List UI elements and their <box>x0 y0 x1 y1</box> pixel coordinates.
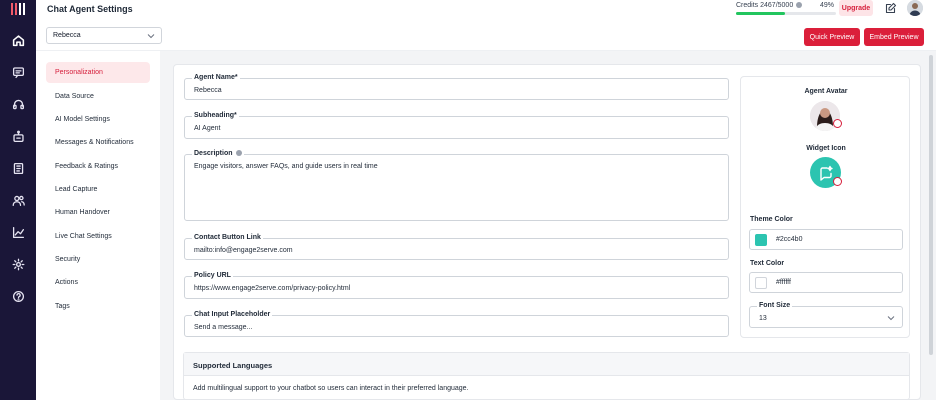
text-color-field[interactable]: #ffffff <box>749 272 903 293</box>
users-icon <box>12 195 25 206</box>
chat-input-placeholder-field[interactable]: Chat Input Placeholder Send a message... <box>184 311 729 337</box>
chevron-down-icon <box>887 316 895 321</box>
quick-preview-button[interactable]: Quick Preview <box>804 28 860 46</box>
chart-line-icon <box>12 226 24 238</box>
page-title: Chat Agent Settings <box>47 4 133 14</box>
rail-home-button[interactable] <box>9 31 27 49</box>
settings-sidebar: Personalization Data Source AI Model Set… <box>36 51 160 400</box>
contact-button-link-field[interactable]: Contact Button Link mailto:info@engage2s… <box>184 234 729 260</box>
subheading-input[interactable]: AI Agent <box>194 125 220 132</box>
supported-languages-header[interactable]: Supported Languages <box>184 353 909 376</box>
compose-icon[interactable] <box>885 2 897 14</box>
credits-label: Credits 2467/5000 <box>736 2 794 9</box>
font-size-value: 13 <box>759 315 767 322</box>
credits-indicator: Credits 2467/5000 <box>736 2 803 9</box>
credits-progress-bar <box>736 12 836 15</box>
credits-percent: 49% <box>820 2 835 9</box>
sidebar-item-data-source[interactable]: Data Source <box>46 86 150 107</box>
text-color-label: Text Color <box>750 260 785 267</box>
bot-icon <box>12 130 24 142</box>
theme-color-label: Theme Color <box>750 216 793 223</box>
sidebar-item-live-chat-settings[interactable]: Live Chat Settings <box>46 226 150 247</box>
policy-url-input[interactable]: https://www.engage2serve.com/privacy-pol… <box>194 285 350 292</box>
gear-icon <box>12 258 24 270</box>
app-rail <box>0 0 36 400</box>
rail-chats-button[interactable] <box>9 63 27 81</box>
rail-support-button[interactable] <box>9 95 27 113</box>
sidebar-item-tags[interactable]: Tags <box>46 296 150 317</box>
agent-select[interactable]: Rebecca <box>46 27 162 44</box>
rail-analytics-button[interactable] <box>9 223 27 241</box>
contact-button-link-label: Contact Button Link <box>192 234 263 241</box>
description-label-text: Description <box>194 150 233 157</box>
text-color-input[interactable]: #ffffff <box>776 279 791 286</box>
agent-avatar-label: Agent Avatar <box>804 88 848 95</box>
headset-icon <box>12 99 24 109</box>
scrollbar-thumb[interactable] <box>929 55 933 355</box>
info-icon[interactable] <box>235 150 242 156</box>
description-label: Description <box>192 150 244 157</box>
subheading-label: Subheading* <box>192 112 239 119</box>
appearance-panel: Agent Avatar Widget Icon Theme Color #2c… <box>740 76 910 338</box>
sidebar-item-messages-notifications[interactable]: Messages & Notifications <box>46 132 150 153</box>
settings-toolbar: Rebecca Quick Preview Embed Preview <box>36 20 936 51</box>
chat-icon <box>12 66 24 78</box>
font-size-label: Font Size <box>757 302 793 309</box>
agent-name-label: Agent Name* <box>192 74 240 81</box>
theme-color-swatch[interactable] <box>755 234 767 246</box>
sidebar-item-ai-model-settings[interactable]: AI Model Settings <box>46 109 150 130</box>
sidebar-item-lead-capture[interactable]: Lead Capture <box>46 179 150 200</box>
credits-progress-fill <box>736 12 785 15</box>
embed-preview-button[interactable]: Embed Preview <box>864 28 924 46</box>
info-icon[interactable] <box>796 2 803 8</box>
edit-widget-icon[interactable] <box>833 177 842 186</box>
theme-color-field[interactable]: #2cc4b0 <box>749 229 903 250</box>
sidebar-item-human-handover[interactable]: Human Handover <box>46 202 150 223</box>
policy-url-label: Policy URL <box>192 272 233 279</box>
supported-languages-section: Supported Languages Add multilingual sup… <box>183 352 910 400</box>
chevron-down-icon <box>147 34 155 39</box>
book-icon <box>13 162 23 174</box>
home-icon <box>12 34 24 46</box>
main-scrollbar[interactable] <box>928 51 934 400</box>
theme-color-input[interactable]: #2cc4b0 <box>776 236 802 243</box>
sidebar-item-personalization[interactable]: Personalization <box>46 62 150 83</box>
description-input[interactable]: Engage visitors, answer FAQs, and guide … <box>194 163 378 170</box>
sidebar-item-actions[interactable]: Actions <box>46 272 150 293</box>
widget-icon-label: Widget Icon <box>806 145 846 152</box>
rail-knowledge-button[interactable] <box>9 159 27 177</box>
top-bar: Chat Agent Settings Credits 2467/5000 49… <box>36 0 936 20</box>
app-logo-icon <box>11 3 25 15</box>
user-avatar-icon <box>907 0 923 16</box>
user-avatar[interactable] <box>907 0 923 16</box>
description-field[interactable]: Description Engage visitors, answer FAQs… <box>184 150 729 221</box>
text-color-swatch[interactable] <box>755 277 767 289</box>
rail-settings-button[interactable] <box>9 255 27 273</box>
chat-input-placeholder-input[interactable]: Send a message... <box>194 324 252 331</box>
sidebar-item-security[interactable]: Security <box>46 249 150 270</box>
chat-sparkle-icon <box>819 165 833 181</box>
sidebar-item-feedback-ratings[interactable]: Feedback & Ratings <box>46 156 150 177</box>
contact-button-link-input[interactable]: mailto:info@engage2serve.com <box>194 247 293 254</box>
subheading-field[interactable]: Subheading* AI Agent <box>184 112 729 139</box>
agent-name-input[interactable]: Rebecca <box>194 87 222 94</box>
rail-help-button[interactable] <box>9 287 27 305</box>
supported-languages-title: Supported Languages <box>193 361 273 370</box>
policy-url-field[interactable]: Policy URL https://www.engage2serve.com/… <box>184 272 729 299</box>
rail-bot-button[interactable] <box>9 127 27 145</box>
rail-users-button[interactable] <box>9 191 27 209</box>
chat-input-placeholder-label: Chat Input Placeholder <box>192 311 273 318</box>
supported-languages-description: Add multilingual support to your chatbot… <box>193 385 469 392</box>
edit-avatar-icon[interactable] <box>833 119 842 128</box>
upgrade-button[interactable]: Upgrade <box>839 0 873 16</box>
help-icon <box>12 290 24 302</box>
font-size-select[interactable]: Font Size 13 <box>749 302 903 328</box>
agent-name-field[interactable]: Agent Name* Rebecca <box>184 74 729 100</box>
agent-select-value: Rebecca <box>53 32 81 39</box>
